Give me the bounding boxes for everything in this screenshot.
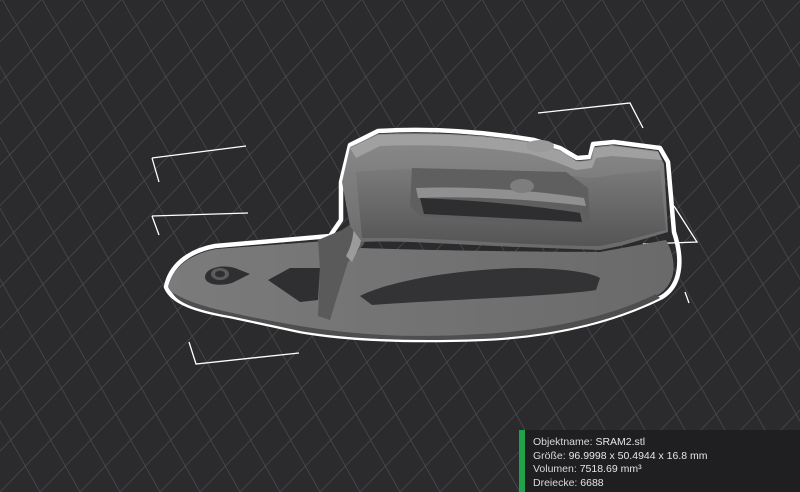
object-triangles-label: Dreiecke: (533, 476, 581, 489)
object-info-panel: Objektname: SRAM2.stl Größe: 96.9998 x 5… (519, 430, 800, 492)
info-panel-accent-bar (519, 430, 525, 492)
grid-line (762, 0, 800, 68)
grid-line (0, 278, 121, 492)
3d-viewport[interactable]: Objektname: SRAM2.stl Größe: 96.9998 x 5… (0, 0, 800, 492)
grid-line (0, 420, 41, 492)
grid-line (759, 450, 800, 492)
object-size-line: Größe: 96.9998 x 50.4944 x 16.8 mm (533, 450, 708, 464)
grid-line (0, 136, 201, 492)
object-size-label: Größe: (533, 449, 569, 462)
object-triangles-value: 6688 (580, 476, 604, 489)
object-name-label: Objektname: (533, 436, 596, 448)
object-name-value: SRAM2.stl (595, 436, 646, 448)
object-volume-label: Volumen: (533, 463, 580, 475)
object-volume-line: Volumen: 7518.69 mm³ (533, 463, 708, 477)
model-boss (510, 179, 534, 193)
info-panel-lines: Objektname: SRAM2.stl Größe: 96.9998 x 5… (533, 436, 708, 490)
scene-canvas[interactable] (0, 0, 800, 492)
grid-line (780, 0, 800, 492)
grid-line (0, 0, 2, 2)
grid-line (0, 0, 82, 84)
grid-line (679, 368, 800, 492)
model-boss-top (526, 140, 554, 152)
object-size-value: 96.9998 x 50.4944 x 16.8 mm (568, 449, 708, 462)
grid-line (599, 286, 800, 492)
grid-line (0, 0, 162, 166)
grid-line (722, 0, 800, 139)
object-volume-value: 7518.69 mm³ (579, 463, 642, 475)
model-plate-hole-inner (215, 270, 225, 278)
object-name-line: Objektname: SRAM2.stl (533, 436, 708, 450)
object-triangles-line: Dreiecke: 6688 (533, 477, 708, 491)
